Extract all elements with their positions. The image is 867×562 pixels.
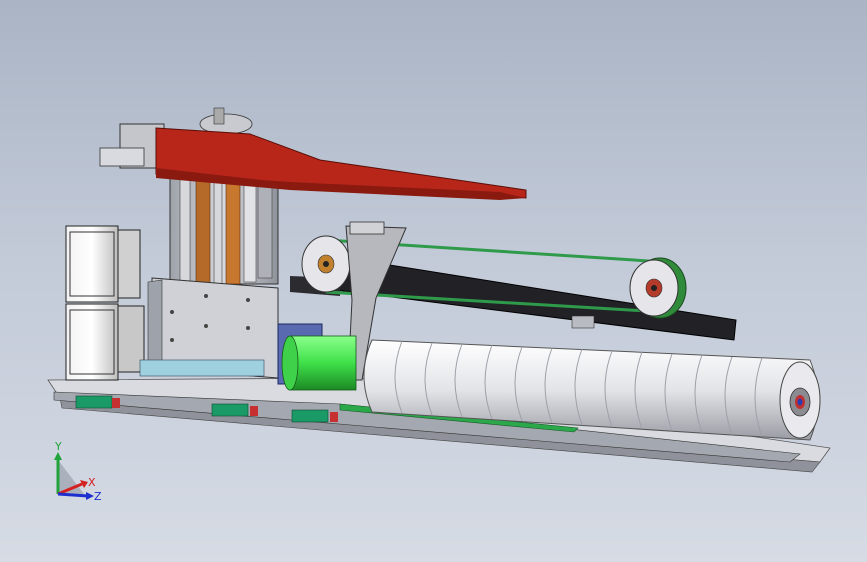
x-axis-label: X (88, 476, 96, 489)
green-roller (281, 335, 357, 391)
carriage-block (139, 277, 279, 379)
pulley-left (301, 235, 351, 293)
cad-viewport[interactable]: Y X Z (0, 0, 867, 562)
z-axis-arrow (86, 492, 94, 500)
pulley-right (629, 257, 687, 319)
vertical-column (169, 171, 279, 285)
stepper-motor-lower (65, 303, 145, 381)
z-axis-label: Z (94, 490, 102, 503)
machine-assembly-model[interactable] (0, 0, 867, 562)
stepper-motor-upper (65, 225, 141, 303)
y-axis-label: Y (54, 440, 62, 453)
y-axis-arrow (54, 452, 62, 460)
z-axis-line (57, 492, 89, 498)
coordinate-triad: Y X Z (54, 440, 102, 503)
